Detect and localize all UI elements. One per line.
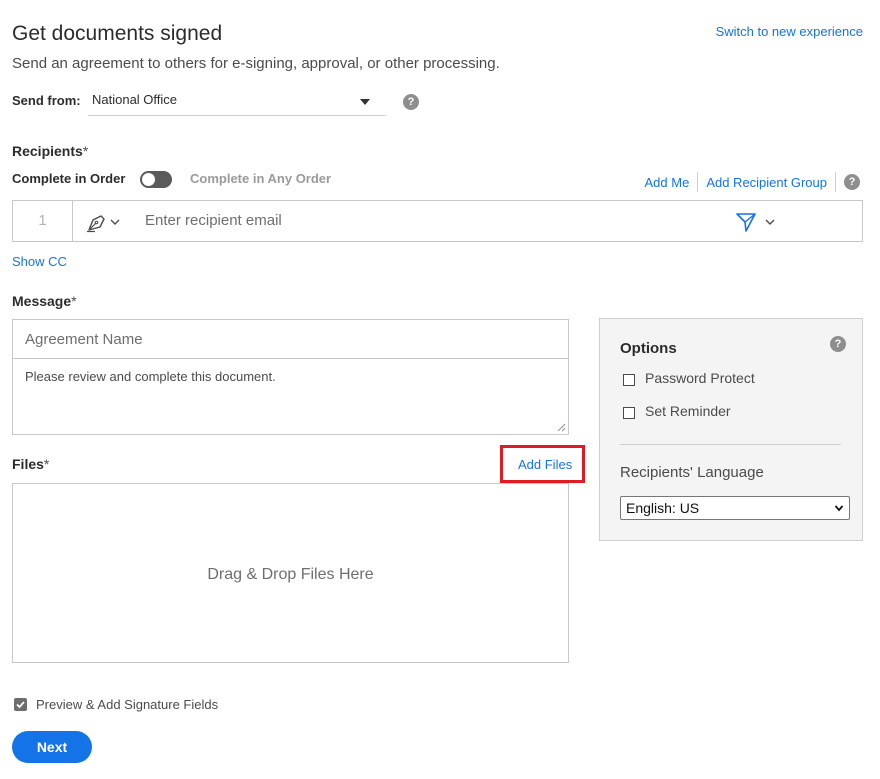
drop-zone-text: Drag & Drop Files Here — [207, 566, 374, 583]
add-me-link[interactable]: Add Me — [645, 175, 690, 190]
required-mark: * — [43, 456, 50, 472]
help-icon[interactable]: ? — [844, 174, 860, 190]
show-cc-link[interactable]: Show CC — [12, 254, 67, 269]
password-protect-label: Password Protect — [645, 370, 755, 386]
send-from-label: Send from: — [12, 93, 81, 108]
required-mark: * — [82, 143, 89, 159]
language-select[interactable]: English: US — [620, 496, 850, 520]
preview-checkbox[interactable] — [14, 698, 27, 711]
file-drop-zone[interactable]: Drag & Drop Files Here — [12, 483, 569, 663]
set-reminder-checkbox[interactable] — [623, 407, 635, 419]
help-icon[interactable]: ? — [403, 94, 419, 110]
next-button[interactable]: Next — [12, 731, 92, 763]
password-protect-checkbox[interactable] — [623, 374, 635, 386]
toggle-knob — [142, 173, 155, 186]
message-label: Message — [12, 293, 72, 309]
options-panel: Options ? Password Protect Set Reminder … — [599, 318, 863, 541]
chevron-down-icon — [835, 505, 843, 512]
recipient-actions: Add Me Add Recipient Group ? — [645, 172, 860, 192]
recipient-email-input[interactable]: Enter recipient email — [145, 212, 282, 229]
agreement-name-input[interactable]: Agreement Name — [13, 320, 568, 359]
complete-in-order-label: Complete in Order — [12, 171, 126, 186]
dropdown-caret-icon[interactable] — [360, 99, 370, 105]
order-toggle[interactable] — [140, 171, 172, 188]
set-reminder-label: Set Reminder — [645, 403, 731, 419]
send-from-dropdown[interactable]: National Office — [88, 86, 386, 116]
resize-grip-icon[interactable] — [557, 423, 566, 432]
recipients-label: Recipients — [12, 143, 83, 159]
options-divider — [620, 444, 841, 445]
files-label: Files — [12, 456, 44, 472]
recipient-number: 1 — [13, 201, 73, 241]
language-value: English: US — [626, 500, 700, 516]
recipients-language-label: Recipients' Language — [620, 464, 764, 481]
divider — [697, 172, 699, 192]
preview-label: Preview & Add Signature Fields — [36, 697, 219, 712]
message-textarea[interactable]: Please review and complete this document… — [25, 369, 276, 384]
pen-signer-icon — [87, 215, 120, 233]
add-recipient-group-link[interactable]: Add Recipient Group — [706, 175, 827, 190]
divider — [835, 172, 836, 192]
files-heading: Files* — [12, 456, 49, 472]
required-mark: * — [71, 293, 77, 309]
options-title: Options — [620, 340, 677, 357]
page-subtitle: Send an agreement to others for e-signin… — [12, 55, 500, 72]
recipients-heading: Recipients* — [12, 143, 88, 159]
help-icon[interactable]: ? — [830, 336, 846, 352]
role-dropdown[interactable] — [85, 211, 125, 233]
message-box: Agreement Name Please review and complet… — [12, 319, 569, 435]
complete-any-order-label: Complete in Any Order — [190, 171, 332, 186]
auth-method-dropdown[interactable] — [735, 211, 780, 233]
checkmark-icon — [16, 701, 25, 709]
switch-experience-link[interactable]: Switch to new experience — [716, 24, 863, 39]
send-arrow-icon — [736, 213, 775, 232]
recipient-row: 1 Enter recipient email — [12, 200, 863, 242]
message-heading: Message* — [12, 293, 77, 309]
page-title: Get documents signed — [12, 22, 223, 45]
send-from-value: National Office — [92, 92, 178, 107]
add-files-link[interactable]: Add Files — [518, 457, 572, 472]
